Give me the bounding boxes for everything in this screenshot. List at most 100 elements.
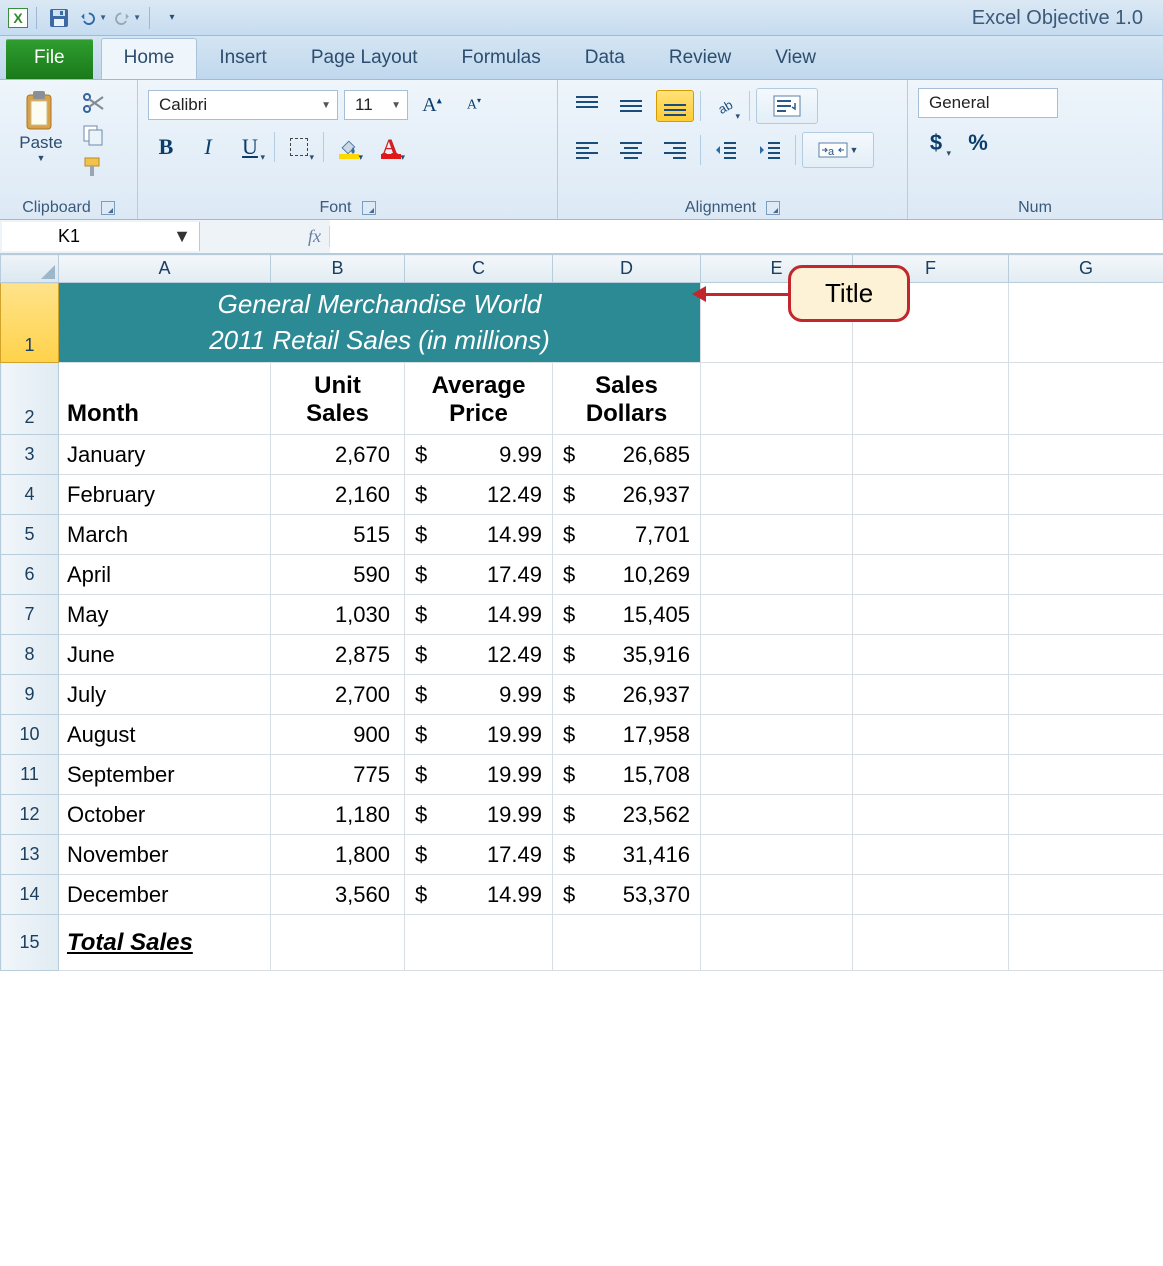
cell[interactable] — [853, 363, 1009, 435]
tab-data[interactable]: Data — [563, 39, 647, 79]
column-header[interactable]: E — [701, 255, 853, 283]
cell[interactable] — [1009, 715, 1163, 755]
align-top-button[interactable] — [568, 90, 606, 122]
cell-price[interactable]: $14.99 — [405, 515, 553, 555]
cell-units[interactable]: 590 — [271, 555, 405, 595]
cell[interactable] — [853, 915, 1009, 971]
cell-month[interactable]: August — [59, 715, 271, 755]
row-header[interactable]: 11 — [1, 755, 59, 795]
dialog-launcher-icon[interactable] — [362, 201, 376, 215]
cell[interactable] — [701, 363, 853, 435]
cell[interactable] — [853, 283, 1009, 363]
cell[interactable] — [853, 595, 1009, 635]
cell[interactable] — [701, 835, 853, 875]
row-header[interactable]: 5 — [1, 515, 59, 555]
number-format-combo[interactable]: General — [918, 88, 1058, 118]
cell-price[interactable]: $14.99 — [405, 875, 553, 915]
cell[interactable] — [1009, 475, 1163, 515]
tab-view[interactable]: View — [753, 39, 838, 79]
cell-sales[interactable]: $15,708 — [553, 755, 701, 795]
cell[interactable] — [1009, 595, 1163, 635]
cell[interactable] — [701, 675, 853, 715]
cell-sales[interactable]: $23,562 — [553, 795, 701, 835]
select-all-corner[interactable] — [1, 255, 59, 283]
cell-sales[interactable]: $26,937 — [553, 675, 701, 715]
cell-sales[interactable]: $7,701 — [553, 515, 701, 555]
accounting-format-button[interactable]: $ — [918, 126, 954, 160]
cell[interactable] — [553, 915, 701, 971]
cell-month[interactable]: June — [59, 635, 271, 675]
copy-button[interactable] — [76, 120, 110, 150]
font-size-combo[interactable]: 11 ▼ — [344, 90, 408, 120]
increase-indent-button[interactable] — [751, 134, 789, 166]
cell[interactable] — [1009, 363, 1163, 435]
cell[interactable] — [853, 795, 1009, 835]
underline-button[interactable]: U — [232, 130, 268, 164]
cell-units[interactable]: 1,180 — [271, 795, 405, 835]
cell-month[interactable]: September — [59, 755, 271, 795]
cell-month[interactable]: February — [59, 475, 271, 515]
cell-sales[interactable]: $26,685 — [553, 435, 701, 475]
align-bottom-button[interactable] — [656, 90, 694, 122]
row-header[interactable]: 4 — [1, 475, 59, 515]
align-middle-button[interactable] — [612, 90, 650, 122]
cell-units[interactable]: 775 — [271, 755, 405, 795]
cell[interactable] — [701, 435, 853, 475]
cell[interactable] — [853, 875, 1009, 915]
cell-month[interactable]: March — [59, 515, 271, 555]
cell[interactable] — [853, 435, 1009, 475]
cell-price[interactable]: $12.49 — [405, 635, 553, 675]
row-header[interactable]: 13 — [1, 835, 59, 875]
column-header[interactable]: G — [1009, 255, 1163, 283]
sheet-title-cell[interactable]: General Merchandise World 2011 Retail Sa… — [59, 283, 701, 363]
borders-button[interactable] — [281, 130, 317, 164]
cell-price[interactable]: $12.49 — [405, 475, 553, 515]
cell[interactable] — [1009, 435, 1163, 475]
cell-sales[interactable]: $35,916 — [553, 635, 701, 675]
cell[interactable] — [853, 475, 1009, 515]
row-header[interactable]: 7 — [1, 595, 59, 635]
header-sales-dollars[interactable]: SalesDollars — [553, 363, 701, 435]
row-header[interactable]: 8 — [1, 635, 59, 675]
percent-format-button[interactable]: % — [960, 126, 996, 160]
cell-sales[interactable]: $10,269 — [553, 555, 701, 595]
cell[interactable] — [853, 755, 1009, 795]
cell[interactable] — [1009, 795, 1163, 835]
sheet-table[interactable]: A B C D E F G 1 General Merchandise Worl… — [0, 254, 1163, 971]
tab-page-layout[interactable]: Page Layout — [289, 39, 440, 79]
tab-insert[interactable]: Insert — [197, 39, 289, 79]
row-header[interactable]: 6 — [1, 555, 59, 595]
cell-price[interactable]: $9.99 — [405, 435, 553, 475]
cell[interactable] — [853, 515, 1009, 555]
row-header[interactable]: 10 — [1, 715, 59, 755]
align-left-button[interactable] — [568, 134, 606, 166]
row-header[interactable]: 15 — [1, 915, 59, 971]
cell-units[interactable]: 1,800 — [271, 835, 405, 875]
cell[interactable] — [853, 675, 1009, 715]
cut-button[interactable] — [76, 88, 110, 118]
cell-month[interactable]: November — [59, 835, 271, 875]
cell[interactable] — [701, 555, 853, 595]
file-tab[interactable]: File — [6, 39, 93, 79]
cell-month[interactable]: October — [59, 795, 271, 835]
row-header[interactable]: 1 — [1, 283, 59, 363]
cell-sales[interactable]: $26,937 — [553, 475, 701, 515]
cell[interactable] — [853, 555, 1009, 595]
italic-button[interactable]: I — [190, 130, 226, 164]
wrap-text-button[interactable] — [756, 88, 818, 124]
cell[interactable] — [701, 875, 853, 915]
cell-price[interactable]: $19.99 — [405, 715, 553, 755]
fill-color-button[interactable] — [330, 130, 366, 164]
bold-button[interactable]: B — [148, 130, 184, 164]
font-name-combo[interactable]: Calibri ▼ — [148, 90, 338, 120]
merge-center-button[interactable]: a ▼ — [802, 132, 874, 168]
cell-price[interactable]: $9.99 — [405, 675, 553, 715]
paste-button[interactable]: Paste ▼ — [10, 86, 72, 182]
cell-units[interactable]: 515 — [271, 515, 405, 555]
cell[interactable] — [701, 915, 853, 971]
cell[interactable] — [1009, 515, 1163, 555]
cell-month[interactable]: April — [59, 555, 271, 595]
column-header[interactable]: C — [405, 255, 553, 283]
total-sales-label[interactable]: Total Sales — [59, 915, 271, 971]
format-painter-button[interactable] — [76, 152, 110, 182]
